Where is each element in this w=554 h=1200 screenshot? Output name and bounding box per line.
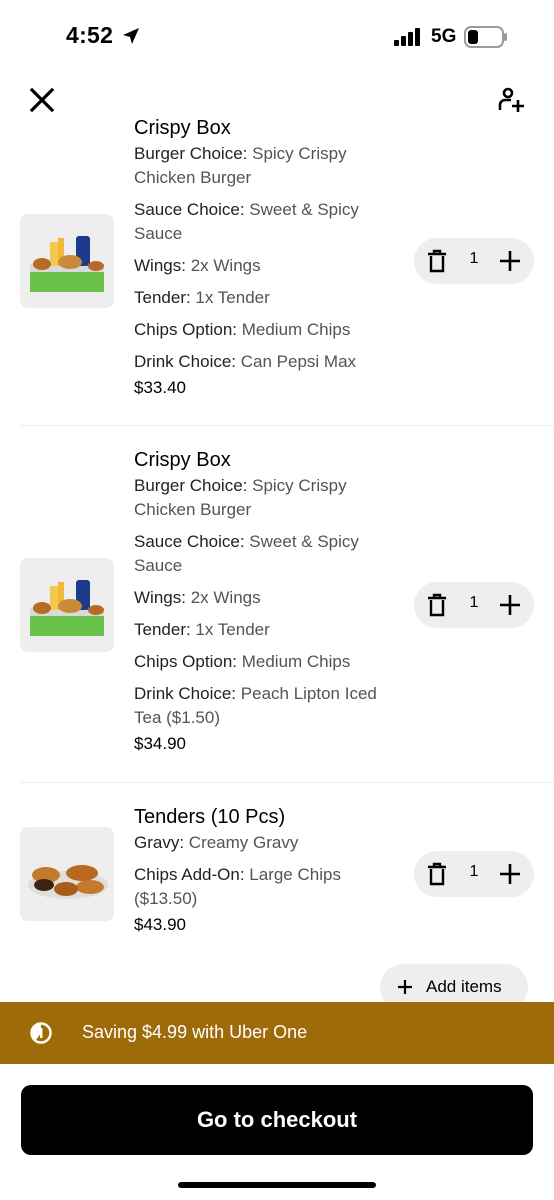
checkout-label: Go to checkout [196,1107,358,1132]
trash-icon[interactable] [426,593,448,617]
item-image [20,827,114,921]
crispy-box-image [20,558,114,652]
network-type: 5G [431,26,457,47]
battery-icon [464,26,507,48]
quantity-stepper[interactable]: 1 [414,238,534,284]
item-option: Drink Choice: Can Pepsi Max [134,352,357,371]
close-icon [29,87,55,113]
item-price: $43.90 [134,915,186,934]
add-person-button[interactable] [492,80,532,120]
uber-one-icon [30,1022,52,1044]
location-arrow-icon [123,28,139,44]
quantity-stepper[interactable]: 1 [414,582,534,628]
status-time: 4:52 [66,22,114,48]
plus-icon[interactable] [498,249,522,273]
crispy-box-image [20,214,114,308]
plus-icon[interactable] [498,862,522,886]
item-option: Tender: 1x Tender [134,620,270,639]
cart-item: Crispy Box Burger Choice: Spicy Crispy C… [20,118,554,426]
item-option: Wings: 2x Wings [134,256,261,275]
close-button[interactable] [22,80,62,120]
item-option: Gravy: Creamy Gravy [134,833,299,852]
item-option: Burger Choice: Spicy Crispy Chicken Burg… [134,476,347,519]
item-details: Crispy Box Burger Choice: Spicy Crispy C… [134,118,404,400]
quantity-value: 1 [469,863,479,880]
status-bar: 4:52 5G [0,0,554,74]
uber-one-text: Saving $4.99 with Uber One [82,1022,308,1042]
item-option: Burger Choice: Spicy Crispy Chicken Burg… [134,144,347,187]
item-option: Chips Option: Medium Chips [134,320,351,339]
add-items-label: Add items [426,977,502,996]
cart-item: Crispy Box Burger Choice: Spicy Crispy C… [20,426,554,783]
signal-icon [394,28,420,46]
item-option: Sauce Choice: Sweet & Spicy Sauce [134,200,359,243]
item-image [20,558,114,652]
plus-icon[interactable] [498,593,522,617]
quantity-value: 1 [469,250,479,267]
home-indicator[interactable] [178,1182,376,1188]
trash-icon[interactable] [426,862,448,886]
plus-icon [398,980,412,994]
item-title: Tenders (10 Pcs) [134,806,286,828]
item-price: $33.40 [134,378,186,397]
item-option: Tender: 1x Tender [134,288,270,307]
cart-list[interactable]: Crispy Box Burger Choice: Spicy Crispy C… [0,118,554,1002]
uber-one-banner: Saving $4.99 with Uber One [0,1002,554,1064]
item-option: Wings: 2x Wings [134,588,261,607]
trash-icon[interactable] [426,249,448,273]
cart-item: Tenders (10 Pcs) Gravy: Creamy Gravy Chi… [20,783,554,983]
item-option: Drink Choice: Peach Lipton Iced Tea ($1.… [134,684,377,727]
add-person-icon [498,87,524,112]
item-title: Crispy Box [134,118,231,139]
item-option: Chips Add-On: Large Chips ($13.50) [134,865,341,908]
item-option: Chips Option: Medium Chips [134,652,351,671]
checkout-button[interactable]: Go to checkout [21,1085,533,1155]
item-option: Sauce Choice: Sweet & Spicy Sauce [134,532,359,575]
item-details: Tenders (10 Pcs) Gravy: Creamy Gravy Chi… [134,803,404,937]
quantity-stepper[interactable]: 1 [414,851,534,897]
quantity-value: 1 [469,594,479,611]
tenders-image [20,827,114,921]
item-title: Crispy Box [134,449,231,471]
item-price: $34.90 [134,734,186,753]
item-details: Crispy Box Burger Choice: Spicy Crispy C… [134,446,404,756]
item-image [20,214,114,308]
